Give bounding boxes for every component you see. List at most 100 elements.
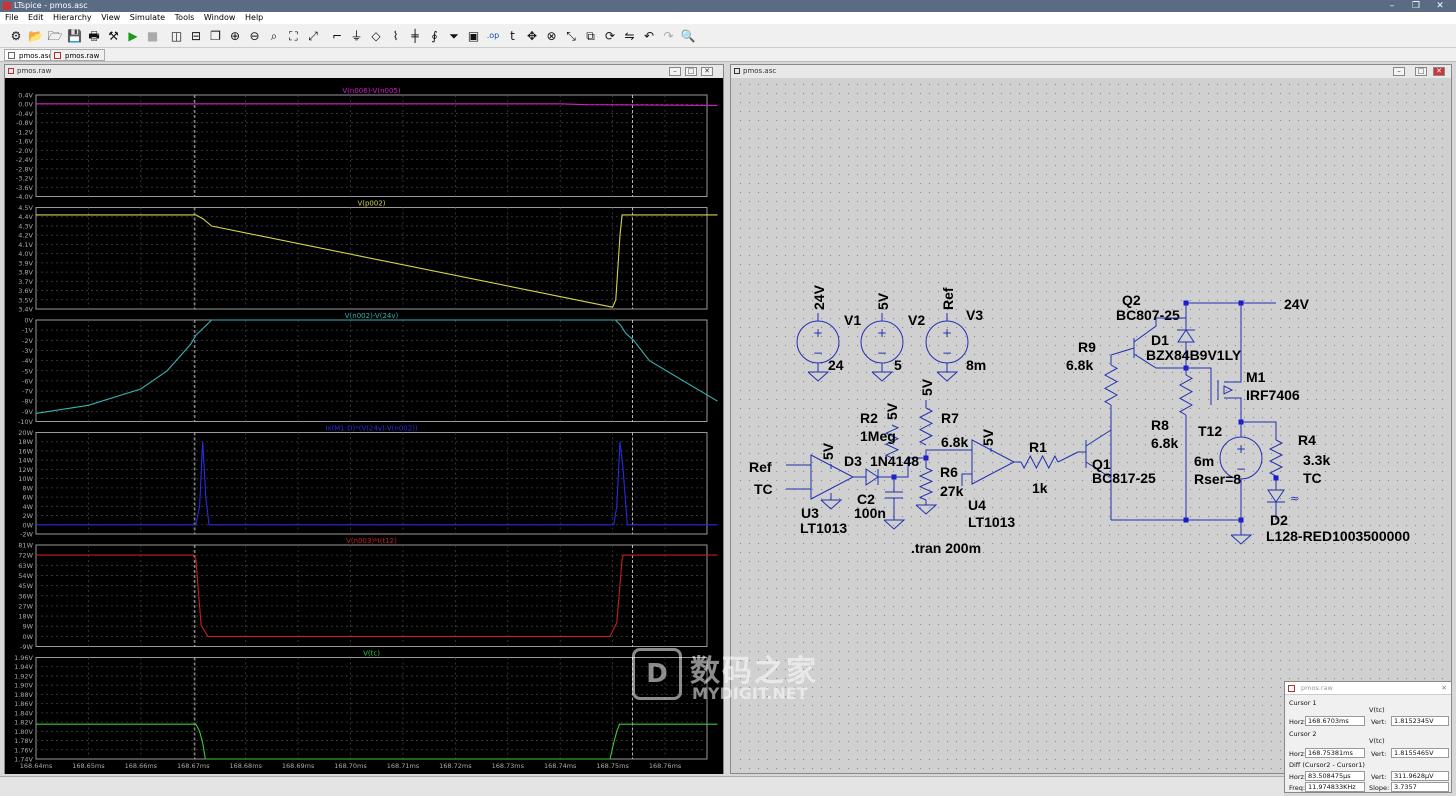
cascade-icon[interactable]: ❐ <box>208 28 224 44</box>
zoom-out-icon[interactable]: ⊖ <box>247 28 263 44</box>
schematic-drawing[interactable]: + − + − + − 24V 5V Ref V1 24 V2 5 V3 8m 24V Q2BC807-25 D1… <box>736 80 1448 773</box>
resistor-icon[interactable]: ⌇ <box>388 28 404 44</box>
text-icon[interactable]: t <box>505 28 521 44</box>
control-panel-icon[interactable]: ⚒ <box>106 28 122 44</box>
menu-simulate[interactable]: Simulate <box>130 13 165 22</box>
tile-vertical-icon[interactable]: ◫ <box>169 28 185 44</box>
trace-title[interactable]: V(tc) <box>363 650 380 658</box>
drag-icon[interactable]: ⤡ <box>563 28 579 44</box>
zener-diode-d1[interactable] <box>1177 329 1195 343</box>
delete-icon[interactable]: ⊗ <box>544 28 560 44</box>
ref-r9: R9 <box>1078 339 1096 355</box>
wire[interactable] <box>961 473 972 486</box>
ground-symbol[interactable] <box>883 519 906 530</box>
ground-symbol[interactable] <box>936 371 959 382</box>
cursor1-horz-field[interactable]: 168.6703ms <box>1305 716 1365 726</box>
wire[interactable] <box>1224 303 1242 383</box>
pane-minimize-button[interactable]: – <box>669 67 681 76</box>
pane-maximize-button[interactable]: □ <box>685 67 697 76</box>
wire-bottom-rail[interactable] <box>1111 519 1242 535</box>
resistor-r7[interactable] <box>918 407 934 446</box>
mirror-icon[interactable]: ⇋ <box>622 28 638 44</box>
duplicate-icon[interactable]: ⧉ <box>583 28 599 44</box>
wire[interactable] <box>1110 347 1135 356</box>
close-icon[interactable]: ✕ <box>1430 0 1450 12</box>
diff-horz-field[interactable]: 83.508475µs <box>1305 771 1365 781</box>
menu-window[interactable]: Window <box>204 13 236 22</box>
led-d2[interactable] <box>1267 489 1285 503</box>
q1-collector[interactable] <box>1085 405 1112 447</box>
wire[interactable] <box>925 449 972 458</box>
maximize-icon[interactable]: ❐ <box>1406 0 1426 12</box>
ground-icon[interactable]: ⏚ <box>349 28 365 44</box>
tab-pmos-raw[interactable]: pmos.raw <box>50 49 106 61</box>
ground-symbol[interactable] <box>807 371 830 382</box>
trace-title[interactable]: V(n002)-V(24v) <box>345 312 399 320</box>
wire[interactable] <box>1057 451 1079 463</box>
halt-icon[interactable]: ■ <box>145 28 161 44</box>
find-icon[interactable]: 🔍 <box>680 28 696 44</box>
menu-file[interactable]: File <box>5 13 18 22</box>
mosfet-m1[interactable] <box>1223 385 1234 395</box>
spice-directive[interactable]: .tran 200m <box>911 540 981 556</box>
save-icon[interactable]: 💾 <box>67 28 83 44</box>
close-icon[interactable]: ✕ <box>1442 682 1447 695</box>
trace-title[interactable]: Ix(M1:D)*(V(24v)-V(n002)) <box>325 425 418 433</box>
resistor-r1[interactable] <box>1020 454 1059 470</box>
run-icon[interactable]: ▶ <box>125 28 141 44</box>
slope-field[interactable]: 3.7357 <box>1391 782 1449 792</box>
undo-icon[interactable]: ↶ <box>641 28 657 44</box>
ground-symbol[interactable] <box>915 504 938 515</box>
menu-edit[interactable]: Edit <box>28 13 44 22</box>
menu-view[interactable]: View <box>101 13 120 22</box>
diode-icon[interactable]: ⏷ <box>446 28 462 44</box>
trace-title[interactable]: V(n006)-V(n005) <box>342 87 400 95</box>
move-icon[interactable]: ✥ <box>524 28 540 44</box>
pane-close-button[interactable]: ✕ <box>1433 67 1445 76</box>
trace-title[interactable]: V(n003)*I(t12) <box>346 537 397 545</box>
resistor-r9[interactable] <box>1103 364 1119 406</box>
menu-tools[interactable]: Tools <box>175 13 195 22</box>
resistor-r8[interactable] <box>1178 374 1194 416</box>
tile-horizontal-icon[interactable]: ⊟ <box>188 28 204 44</box>
minimize-icon[interactable]: – <box>1382 0 1402 12</box>
cursor2-vert-field[interactable]: 1.8155465V <box>1391 748 1449 758</box>
cursor2-horz-field[interactable]: 168.75381ms <box>1305 748 1365 758</box>
pane-close-button[interactable]: ✕ <box>701 67 713 76</box>
ground-symbol[interactable] <box>820 499 843 510</box>
rotate-icon[interactable]: ⟳ <box>602 28 618 44</box>
capacitor-icon[interactable]: ╪ <box>407 28 423 44</box>
m1-gate[interactable] <box>1186 367 1212 405</box>
autoscale-icon[interactable]: ⤢ <box>305 28 321 44</box>
print-icon[interactable]: 🖶 <box>86 28 102 44</box>
menu-hierarchy[interactable]: Hierarchy <box>53 13 92 22</box>
wire-icon[interactable]: ⌐ <box>329 28 345 44</box>
ground-symbol[interactable] <box>1230 534 1253 545</box>
gear-icon[interactable]: ⚙ <box>8 28 24 44</box>
pane-maximize-button[interactable]: □ <box>1415 67 1427 76</box>
schematic-canvas[interactable]: + − + − + − 24V 5V Ref V1 24 V2 5 V3 8m 24V Q2 BC807-25 D1… <box>736 80 1448 773</box>
open-icon[interactable]: 📂 <box>28 28 44 44</box>
zoom-in-icon[interactable]: ⊕ <box>227 28 243 44</box>
component-icon[interactable]: ▣ <box>466 28 482 44</box>
wire[interactable] <box>1224 397 1242 422</box>
zoom-fit-icon[interactable]: ⌕ <box>266 28 282 44</box>
freq-field[interactable]: 11.974833KHz <box>1305 782 1365 792</box>
resistor-r4[interactable] <box>1268 439 1284 477</box>
ground-symbol[interactable] <box>871 371 894 382</box>
zoom-full-icon[interactable]: ⛶ <box>286 28 302 44</box>
diff-vert-field[interactable]: 311.9628µV <box>1391 771 1449 781</box>
resistor-r6[interactable] <box>918 467 934 501</box>
open-folder-icon[interactable]: 🗁 <box>47 28 63 44</box>
label-icon[interactable]: ◇ <box>368 28 384 44</box>
inductor-icon[interactable]: ∮ <box>427 28 443 44</box>
trace-title[interactable]: V(p002) <box>357 200 385 208</box>
cursor-readout-window[interactable]: pmos.raw ✕ Cursor 1 V(tc) Horz: 168.6703… <box>1284 681 1452 793</box>
pane-minimize-button[interactable]: – <box>1393 67 1405 76</box>
spice-directive-icon[interactable]: .op <box>485 28 501 44</box>
diode-d3[interactable] <box>865 468 879 486</box>
redo-icon[interactable]: ↷ <box>661 28 677 44</box>
waveform-plot-area[interactable]: V(n006)-V(n005) 0.4V0.0V-0.4V-0.8V-1.2V -1… <box>5 78 723 774</box>
cursor1-vert-field[interactable]: 1.8152345V <box>1391 716 1449 726</box>
menu-help[interactable]: Help <box>245 13 263 22</box>
